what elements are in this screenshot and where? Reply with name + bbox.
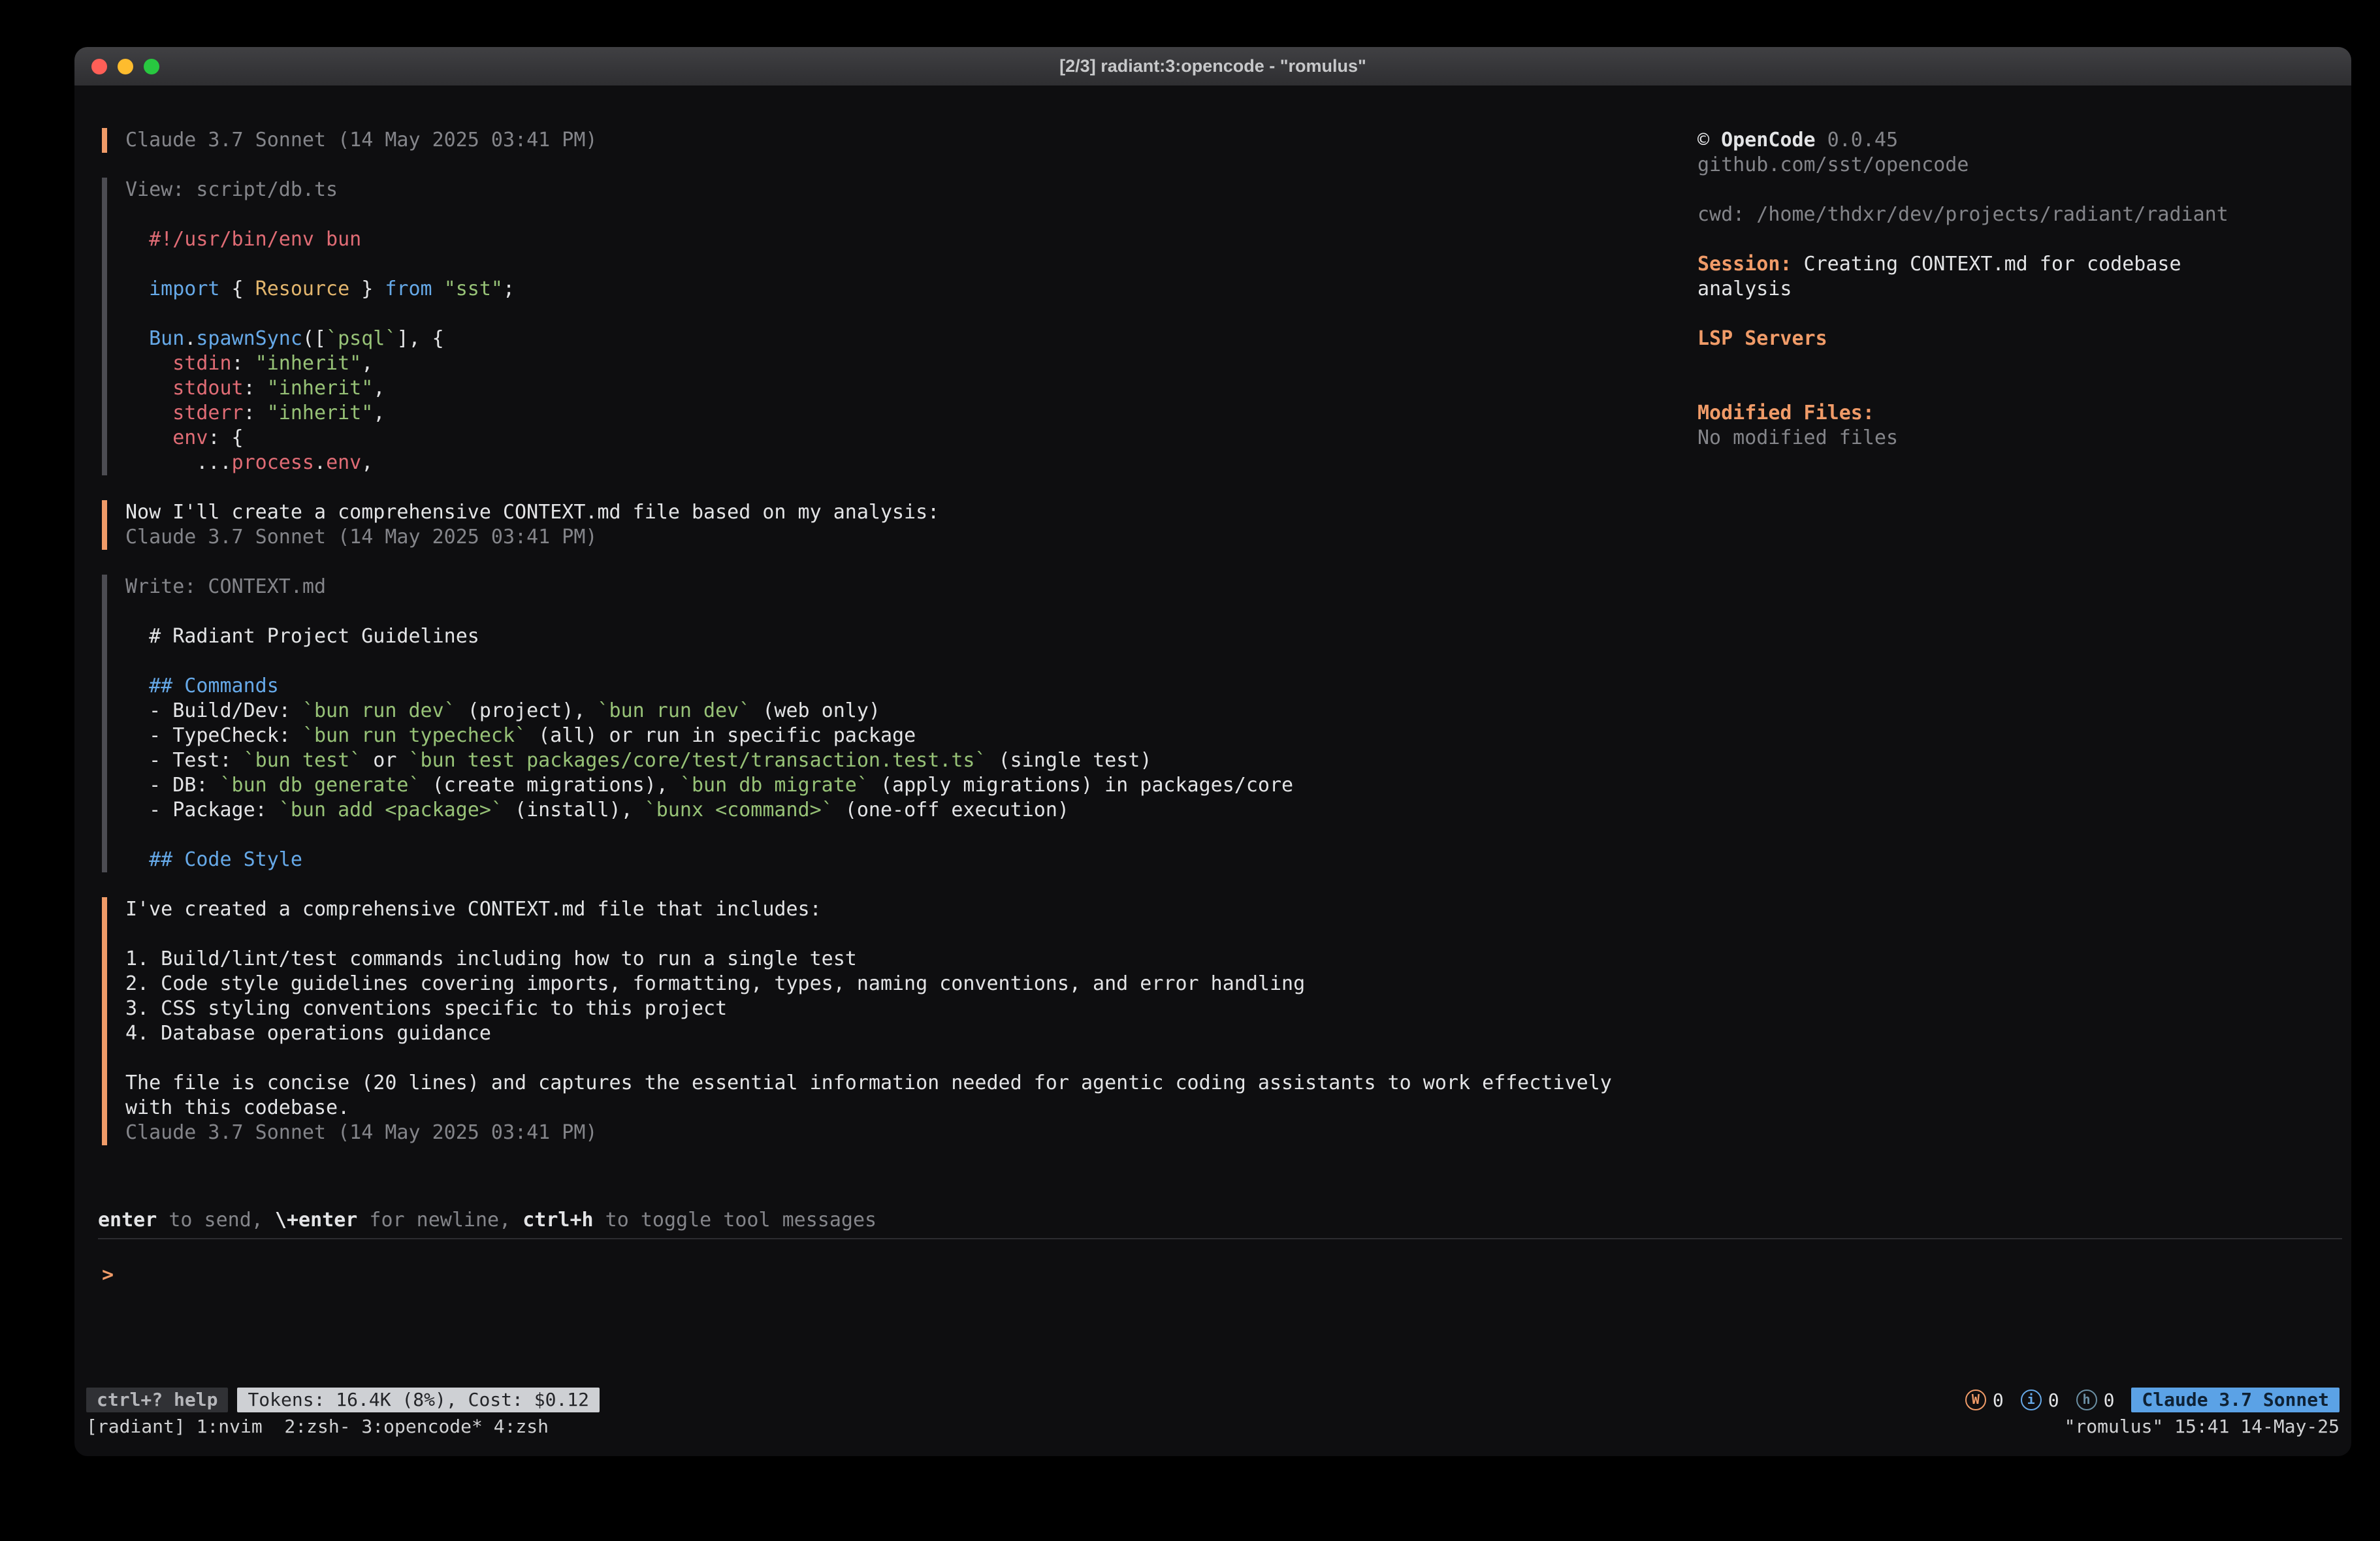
prompt-symbol: > xyxy=(102,1263,114,1286)
chat-block: I've created a comprehensive CONTEXT.md … xyxy=(102,897,2351,1145)
status-bar: ctrl+? help Tokens: 16.4K (8%), Cost: $0… xyxy=(74,1386,2351,1414)
chat-block: Now I'll create a comprehensive CONTEXT.… xyxy=(102,500,2351,550)
hint-icon: h xyxy=(2076,1390,2097,1410)
text-line: I've created a comprehensive CONTEXT.md … xyxy=(125,897,2351,922)
terminal-window: [2/3] radiant:3:opencode - "romulus" Cla… xyxy=(74,47,2351,1456)
text-line: ...process.env, xyxy=(125,451,2351,475)
diagnostic-count: 0 xyxy=(2048,1390,2059,1411)
help-badge: ctrl+? help xyxy=(86,1388,228,1412)
keybind-help-segment: to send, xyxy=(157,1209,275,1231)
text-line xyxy=(1697,302,2324,326)
info-icon: i xyxy=(2021,1390,2042,1410)
text-line xyxy=(125,1046,2351,1071)
text-line xyxy=(125,823,2351,848)
text-line xyxy=(1697,178,2324,202)
text-line: The file is concise (20 lines) and captu… xyxy=(125,1071,2351,1096)
text-line: analysis xyxy=(1697,277,2324,302)
text-line: ## Commands xyxy=(125,674,2351,699)
text-line: ## Code Style xyxy=(125,848,2351,872)
text-line: github.com/sst/opencode xyxy=(1697,153,2324,178)
text-line: Session: Creating CONTEXT.md for codebas… xyxy=(1697,252,2324,277)
text-line: - DB: `bun db generate` (create migratio… xyxy=(125,773,2351,798)
text-line: - Build/Dev: `bun run dev` (project), `b… xyxy=(125,699,2351,723)
text-line xyxy=(1697,376,2324,401)
text-line xyxy=(1697,227,2324,252)
text-line: Modified Files: xyxy=(1697,401,2324,426)
diagnostic-hint: h0 xyxy=(2076,1390,2115,1411)
sidebar: © OpenCode 0.0.45github.com/sst/opencode… xyxy=(1697,128,2324,451)
zoom-button[interactable] xyxy=(144,59,159,74)
text-line: - TypeCheck: `bun run typecheck` (all) o… xyxy=(125,723,2351,748)
text-line: 3. CSS styling conventions specific to t… xyxy=(125,996,2351,1021)
text-line: Now I'll create a comprehensive CONTEXT.… xyxy=(125,500,2351,525)
keybind-help-segment: \+enter xyxy=(275,1209,357,1231)
text-line: - Package: `bun add <package>` (install)… xyxy=(125,798,2351,823)
text-line: © OpenCode 0.0.45 xyxy=(1697,128,2324,153)
titlebar: [2/3] radiant:3:opencode - "romulus" xyxy=(74,47,2351,86)
keybind-help-segment: to toggle tool messages xyxy=(594,1209,876,1231)
text-line xyxy=(1697,351,2324,376)
chat-block: Write: CONTEXT.md # Radiant Project Guid… xyxy=(102,575,2351,872)
text-line xyxy=(125,649,2351,674)
text-line: Claude 3.7 Sonnet (14 May 2025 03:41 PM) xyxy=(125,1120,2351,1145)
diagnostic-count: 0 xyxy=(2104,1390,2115,1411)
tmux-host-time: "romulus" 15:41 14-May-25 xyxy=(2065,1414,2340,1439)
keybind-help-segment: ctrl+h xyxy=(523,1209,593,1231)
diagnostics: W0i0h0 xyxy=(1965,1390,2115,1411)
terminal-body: Claude 3.7 Sonnet (14 May 2025 03:41 PM)… xyxy=(74,86,2351,1456)
warning-icon: W xyxy=(1965,1390,1986,1410)
text-line: LSP Servers xyxy=(1697,326,2324,351)
prompt-input[interactable]: > xyxy=(102,1263,2351,1288)
model-badge: Claude 3.7 Sonnet xyxy=(2131,1388,2340,1412)
diagnostic-count: 0 xyxy=(1993,1390,2004,1411)
text-line: Write: CONTEXT.md xyxy=(125,575,2351,599)
text-line: cwd: /home/thdxr/dev/projects/radiant/ra… xyxy=(1697,202,2324,227)
keybind-help-segment: enter xyxy=(98,1209,157,1231)
text-line: - Test: `bun test` or `bun test packages… xyxy=(125,748,2351,773)
tmux-status-bar: [radiant] 1:nvim 2:zsh- 3:opencode* 4:zs… xyxy=(74,1414,2351,1439)
tmux-session-windows: [radiant] 1:nvim 2:zsh- 3:opencode* 4:zs… xyxy=(86,1414,549,1439)
text-line: 4. Database operations guidance xyxy=(125,1021,2351,1046)
window-title: [2/3] radiant:3:opencode - "romulus" xyxy=(74,56,2351,76)
bottom-bars: ctrl+? help Tokens: 16.4K (8%), Cost: $0… xyxy=(74,1386,2351,1439)
close-button[interactable] xyxy=(91,59,107,74)
input-divider xyxy=(98,1238,2342,1239)
tokens-cost-badge: Tokens: 16.4K (8%), Cost: $0.12 xyxy=(237,1388,600,1412)
text-line: with this codebase. xyxy=(125,1096,2351,1120)
text-line: 2. Code style guidelines covering import… xyxy=(125,972,2351,996)
text-line xyxy=(125,599,2351,624)
text-line: Claude 3.7 Sonnet (14 May 2025 03:41 PM) xyxy=(125,525,2351,550)
traffic-lights xyxy=(91,59,170,74)
diagnostic-info: i0 xyxy=(2021,1390,2059,1411)
text-line: 1. Build/lint/test commands including ho… xyxy=(125,947,2351,972)
text-line: # Radiant Project Guidelines xyxy=(125,624,2351,649)
diagnostic-warning: W0 xyxy=(1965,1390,2004,1411)
text-line xyxy=(125,922,2351,947)
keybind-help: enter to send, \+enter for newline, ctrl… xyxy=(98,1208,2351,1233)
minimize-button[interactable] xyxy=(118,59,133,74)
text-line: No modified files xyxy=(1697,426,2324,451)
keybind-help-segment: for newline, xyxy=(357,1209,523,1231)
